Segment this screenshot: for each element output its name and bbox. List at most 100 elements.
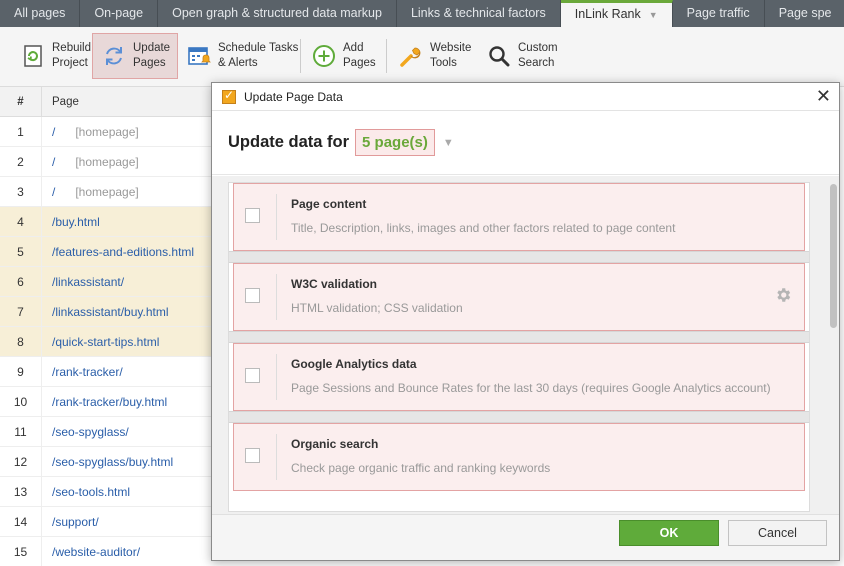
homepage-tag: [homepage] <box>75 155 139 169</box>
dialog-heading: Update data for <box>228 133 350 151</box>
table-row[interactable]: 4/buy.html <box>0 207 212 237</box>
scrollbar[interactable] <box>828 182 838 512</box>
page-url[interactable]: /seo-spyglass/buy.html <box>52 455 173 469</box>
page-url[interactable]: / <box>52 125 55 139</box>
row-number: 9 <box>0 357 42 386</box>
button-label: Tools <box>430 57 457 69</box>
button-label: Search <box>518 57 555 69</box>
table-row[interactable]: 9/rank-tracker/ <box>0 357 212 387</box>
custom-search-button[interactable]: Custom Search <box>486 33 558 79</box>
organic-search-checkbox[interactable] <box>245 448 260 463</box>
table-row[interactable]: 14/support/ <box>0 507 212 537</box>
button-label: Add <box>343 42 364 54</box>
table-row[interactable]: 2 / [homepage] <box>0 147 212 177</box>
table-row[interactable]: 1 / [homepage] <box>0 117 212 147</box>
option-page-content[interactable]: Page content Title, Description, links, … <box>233 183 805 251</box>
divider <box>276 354 277 400</box>
app-check-icon <box>222 88 236 104</box>
table-row[interactable]: 5/features-and-editions.html <box>0 237 212 267</box>
page-url-cell[interactable]: /rank-tracker/buy.html <box>42 387 167 416</box>
page-url[interactable]: /linkassistant/ <box>52 275 124 289</box>
page-url-cell[interactable]: /website-auditor/ <box>42 537 140 566</box>
tab-links-technical[interactable]: Links & technical factors <box>397 0 561 27</box>
cancel-button[interactable]: Cancel <box>728 520 827 546</box>
table-row[interactable]: 15/website-auditor/ <box>0 537 212 566</box>
page-url-cell[interactable]: /seo-spyglass/ <box>42 417 129 446</box>
page-url[interactable]: /features-and-editions.html <box>52 245 194 259</box>
page-url[interactable]: /buy.html <box>52 215 100 229</box>
column-header-number[interactable]: # <box>0 87 42 116</box>
table-row[interactable]: 7/linkassistant/buy.html <box>0 297 212 327</box>
add-pages-button[interactable]: Add Pages <box>311 33 376 79</box>
option-organic-search[interactable]: Organic search Check page organic traffi… <box>233 423 805 491</box>
table-row[interactable]: 8/quick-start-tips.html <box>0 327 212 357</box>
row-number: 2 <box>0 147 42 176</box>
website-tools-button[interactable]: Website Tools <box>398 33 471 79</box>
page-count-selector[interactable]: 5 page(s) <box>355 129 435 156</box>
tab-bar: All pages On-page Open graph & structure… <box>0 0 844 27</box>
schedule-tasks-button[interactable]: Schedule Tasks & Alerts <box>186 33 298 79</box>
tab-open-graph[interactable]: Open graph & structured data markup <box>158 0 397 27</box>
page-url[interactable]: / <box>52 185 55 199</box>
divider <box>229 331 809 343</box>
page-url-cell[interactable]: /seo-tools.html <box>42 477 130 506</box>
page-url[interactable]: /website-auditor/ <box>52 545 140 559</box>
update-options-list: Page content Title, Description, links, … <box>228 182 810 512</box>
page-url[interactable]: /seo-spyglass/ <box>52 425 129 439</box>
page-url-cell[interactable]: /seo-spyglass/buy.html <box>42 447 173 476</box>
tab-all-pages[interactable]: All pages <box>0 0 81 27</box>
table-row[interactable]: 11/seo-spyglass/ <box>0 417 212 447</box>
page-content-checkbox[interactable] <box>245 208 260 223</box>
toolbar-divider <box>386 39 387 73</box>
page-url-cell[interactable]: / [homepage] <box>42 117 139 146</box>
chevron-down-icon[interactable]: ▼ <box>649 4 658 26</box>
table-row[interactable]: 10/rank-tracker/buy.html <box>0 387 212 417</box>
page-url-cell[interactable]: /rank-tracker/ <box>42 357 123 386</box>
table-row[interactable]: 13/seo-tools.html <box>0 477 212 507</box>
homepage-tag: [homepage] <box>75 185 139 199</box>
page-url-cell[interactable]: / [homepage] <box>42 147 139 176</box>
page-url[interactable]: /rank-tracker/buy.html <box>52 395 167 409</box>
option-google-analytics[interactable]: Google Analytics data Page Sessions and … <box>233 343 805 411</box>
tab-page-speed[interactable]: Page spe <box>765 0 844 27</box>
page-url-cell[interactable]: /features-and-editions.html <box>42 237 194 266</box>
row-number: 15 <box>0 537 42 566</box>
chevron-down-icon[interactable]: ▼ <box>443 137 454 149</box>
tab-page-traffic[interactable]: Page traffic <box>673 0 765 27</box>
update-pages-button[interactable]: Update Pages <box>92 33 178 79</box>
button-label: Rebuild <box>52 42 91 54</box>
tab-on-page[interactable]: On-page <box>80 0 159 27</box>
column-header-page[interactable]: Page <box>42 87 79 116</box>
rebuild-icon <box>20 43 46 69</box>
page-url[interactable]: /support/ <box>52 515 99 529</box>
scrollbar-thumb[interactable] <box>830 184 837 328</box>
table-row[interactable]: 3 / [homepage] <box>0 177 212 207</box>
rebuild-project-button[interactable]: Rebuild Project <box>20 33 91 79</box>
gear-icon[interactable] <box>774 286 792 304</box>
page-url[interactable]: /seo-tools.html <box>52 485 130 499</box>
google-analytics-checkbox[interactable] <box>245 368 260 383</box>
option-description: Page Sessions and Bounce Rates for the l… <box>291 381 771 395</box>
option-w3c-validation[interactable]: W3C validation HTML validation; CSS vali… <box>233 263 805 331</box>
page-url-cell[interactable]: /linkassistant/ <box>42 267 124 296</box>
button-label: Project <box>52 57 88 69</box>
divider <box>229 411 809 423</box>
page-url-cell[interactable]: /quick-start-tips.html <box>42 327 159 356</box>
page-url[interactable]: /rank-tracker/ <box>52 365 123 379</box>
w3c-validation-checkbox[interactable] <box>245 288 260 303</box>
row-number: 13 <box>0 477 42 506</box>
page-url-cell[interactable]: /support/ <box>42 507 99 536</box>
page-url-cell[interactable]: /linkassistant/buy.html <box>42 297 169 326</box>
row-number: 10 <box>0 387 42 416</box>
ok-button[interactable]: OK <box>619 520 719 546</box>
table-row[interactable]: 6/linkassistant/ <box>0 267 212 297</box>
tab-label: Page traffic <box>686 6 750 20</box>
table-row[interactable]: 12/seo-spyglass/buy.html <box>0 447 212 477</box>
page-url[interactable]: / <box>52 155 55 169</box>
page-url[interactable]: /quick-start-tips.html <box>52 335 159 349</box>
page-url-cell[interactable]: /buy.html <box>42 207 100 236</box>
close-icon[interactable]: ✕ <box>816 87 831 105</box>
tab-inlink-rank[interactable]: InLink Rank ▼ <box>560 0 673 27</box>
page-url[interactable]: /linkassistant/buy.html <box>52 305 169 319</box>
page-url-cell[interactable]: / [homepage] <box>42 177 139 206</box>
